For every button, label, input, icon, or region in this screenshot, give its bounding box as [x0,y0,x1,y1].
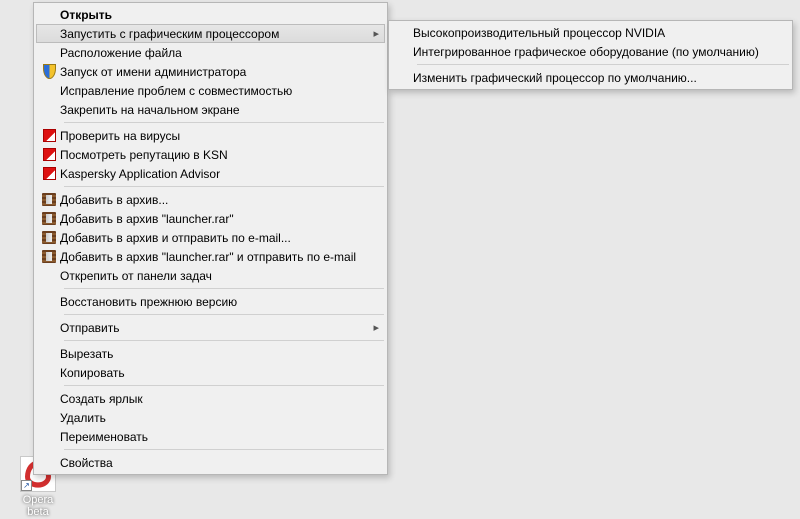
menu-item[interactable]: Свойства [36,453,385,472]
winrar-icon [38,230,60,246]
menu-item[interactable]: Посмотреть репутацию в KSN [36,145,385,164]
menu-item-label: Добавить в архив "launcher.rar" [60,212,367,226]
menu-item-label: Восстановить прежнюю версию [60,295,367,309]
menu-item-label: Отправить [60,321,367,335]
menu-separator [64,288,384,289]
menu-item[interactable]: Изменить графический процессор по умолча… [391,68,790,87]
icon-slot [38,45,60,61]
menu-item[interactable]: Отправить▸ [36,318,385,337]
winrar-icon [38,192,60,208]
menu-item-label: Изменить графический процессор по умолча… [413,71,772,85]
shield-icon [38,64,60,80]
menu-item[interactable]: Восстановить прежнюю версию [36,292,385,311]
menu-item[interactable]: Открепить от панели задач [36,266,385,285]
winrar-icon [38,211,60,227]
desktop: ↗ Opera beta Открыть Запустить с графичес… [0,0,800,519]
menu-item[interactable]: Высокопроизводительный процессор NVIDIA [391,23,790,42]
menu-item-label: Открыть [60,8,367,22]
kaspersky-icon [38,147,60,163]
menu-separator [64,385,384,386]
menu-item-label: Добавить в архив и отправить по e-mail..… [60,231,367,245]
menu-item-label: Вырезать [60,347,367,361]
menu-item[interactable]: Закрепить на начальном экране [36,100,385,119]
icon-slot [38,365,60,381]
menu-item[interactable]: Проверить на вирусы [36,126,385,145]
menu-item-label: Запуск от имени администратора [60,65,367,79]
menu-item-label: Исправление проблем с совместимостью [60,84,367,98]
menu-item[interactable]: Запуск от имени администратора [36,62,385,81]
menu-item-label: Переименовать [60,430,367,444]
menu-separator [64,449,384,450]
menu-item[interactable]: Расположение файла [36,43,385,62]
menu-item[interactable]: Запустить с графическим процессором▸ [36,24,385,43]
menu-separator [64,314,384,315]
icon-slot [38,102,60,118]
shortcut-overlay-icon: ↗ [21,480,32,491]
submenu-arrow-icon: ▸ [367,27,379,40]
icon-slot [38,391,60,407]
menu-separator [64,186,384,187]
menu-item-label: Посмотреть репутацию в KSN [60,148,367,162]
desktop-icon-label: Opera beta [10,493,66,519]
menu-item[interactable]: Добавить в архив... [36,190,385,209]
menu-item-label: Свойства [60,456,367,470]
menu-item-label: Kaspersky Application Advisor [60,167,367,181]
menu-item-label: Расположение файла [60,46,367,60]
icon-slot [38,410,60,426]
icon-slot [38,320,60,336]
icon-slot [393,44,413,60]
icon-slot [393,70,413,86]
menu-item-label: Интегрированное графическое оборудование… [413,45,772,59]
menu-item-label: Запустить с графическим процессором [60,27,367,41]
menu-item[interactable]: Kaspersky Application Advisor [36,164,385,183]
icon-slot [38,268,60,284]
menu-item[interactable]: Удалить [36,408,385,427]
menu-item-label: Создать ярлык [60,392,367,406]
menu-item[interactable]: Добавить в архив "launcher.rar" [36,209,385,228]
menu-item-label: Удалить [60,411,367,425]
icon-slot [38,346,60,362]
menu-item[interactable]: Копировать [36,363,385,382]
menu-separator [64,340,384,341]
menu-separator [417,64,789,65]
kaspersky-icon [38,128,60,144]
menu-item[interactable]: Добавить в архив "launcher.rar" и отправ… [36,247,385,266]
menu-item[interactable]: Создать ярлык [36,389,385,408]
icon-slot [38,455,60,471]
icon-slot [393,25,413,41]
menu-item[interactable]: Переименовать [36,427,385,446]
context-menu: Открыть Запустить с графическим процессор… [33,2,388,475]
menu-item-label: Высокопроизводительный процессор NVIDIA [413,26,772,40]
menu-item-label: Проверить на вирусы [60,129,367,143]
icon-slot [38,429,60,445]
menu-item[interactable]: Добавить в архив и отправить по e-mail..… [36,228,385,247]
menu-item[interactable]: Интегрированное графическое оборудование… [391,42,790,61]
menu-item-label: Добавить в архив... [60,193,367,207]
kaspersky-icon [38,166,60,182]
menu-item-label: Добавить в архив "launcher.rar" и отправ… [60,250,367,264]
menu-item[interactable]: Открыть [36,5,385,24]
icon-slot [38,294,60,310]
gpu-submenu: Высокопроизводительный процессор NVIDIA И… [388,20,793,90]
icon-slot [38,7,60,23]
menu-item-label: Открепить от панели задач [60,269,367,283]
icon-slot [38,83,60,99]
menu-item[interactable]: Исправление проблем с совместимостью [36,81,385,100]
menu-separator [64,122,384,123]
icon-slot [38,26,60,42]
winrar-icon [38,249,60,265]
menu-item[interactable]: Вырезать [36,344,385,363]
menu-item-label: Закрепить на начальном экране [60,103,367,117]
menu-item-label: Копировать [60,366,367,380]
submenu-arrow-icon: ▸ [367,321,379,334]
